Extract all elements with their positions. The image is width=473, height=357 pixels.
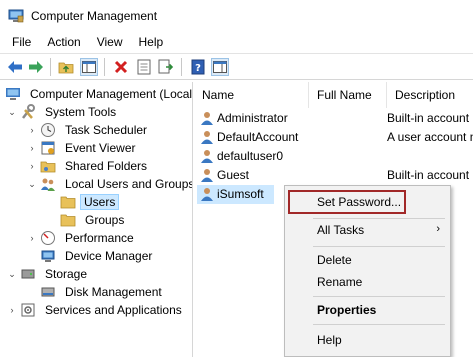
tree-item-users[interactable]: Users: [60, 193, 120, 211]
disk-icon: [41, 287, 55, 297]
menu-bar: File Action View Help: [0, 32, 473, 52]
forward-icon[interactable]: [27, 58, 45, 76]
chevron-right-icon[interactable]: ›: [27, 125, 37, 135]
svg-text:?: ?: [195, 63, 201, 74]
column-header-name[interactable]: Name: [194, 82, 309, 108]
tree-item-local-users-and-groups[interactable]: Local Users and Groups: [40, 175, 192, 193]
table-row[interactable]: defaultuser0: [194, 147, 473, 166]
menu-file[interactable]: File: [6, 32, 37, 52]
services-icon: [21, 303, 35, 317]
user-icon: [201, 169, 213, 182]
menu-action[interactable]: Action: [41, 32, 86, 52]
tree-item-computer-management[interactable]: Computer Management (Local: [5, 85, 192, 103]
table-row[interactable]: Guest Built-in account: [194, 166, 473, 185]
help-menu-item[interactable]: Help: [285, 329, 450, 351]
folder-icon: [60, 214, 76, 227]
computer-management-icon: [6, 88, 20, 100]
table-row[interactable]: DefaultAccount A user account n: [194, 128, 473, 147]
chevron-right-icon[interactable]: ›: [27, 233, 37, 243]
properties-icon[interactable]: [135, 58, 153, 76]
tree-item-services-and-applications[interactable]: Services and Applications: [20, 301, 187, 319]
delete-icon[interactable]: [112, 58, 130, 76]
device-manager-icon: [41, 250, 55, 262]
toolbar: ?: [0, 53, 473, 80]
show-hide-tree-icon[interactable]: [80, 58, 98, 76]
chevron-down-icon[interactable]: ⌄: [7, 107, 17, 117]
chevron-right-icon[interactable]: ›: [7, 305, 17, 315]
column-header-description[interactable]: Description: [387, 82, 473, 108]
title-bar: Computer Management: [0, 0, 473, 32]
menu-view[interactable]: View: [91, 32, 129, 52]
export-icon[interactable]: [157, 58, 175, 76]
tree-item-performance[interactable]: Performance: [40, 229, 139, 247]
chevron-down-icon[interactable]: ⌄: [7, 269, 17, 279]
tree-item-groups[interactable]: Groups: [60, 211, 129, 229]
table-row[interactable]: Administrator Built-in account: [194, 109, 473, 128]
chevron-right-icon[interactable]: ›: [27, 161, 37, 171]
tools-icon: [22, 104, 35, 119]
tree-item-shared-folders[interactable]: Shared Folders: [40, 157, 152, 175]
tree-item-storage[interactable]: Storage: [20, 265, 92, 283]
properties-menu-item[interactable]: Properties: [285, 299, 450, 321]
help-icon[interactable]: ?: [189, 58, 207, 76]
chevron-right-icon[interactable]: ›: [27, 143, 37, 153]
tree-item-disk-management[interactable]: Disk Management: [40, 283, 167, 301]
storage-icon: [21, 269, 35, 279]
back-icon[interactable]: [6, 58, 24, 76]
users-group-icon: [41, 178, 55, 191]
tree-item-system-tools[interactable]: System Tools: [20, 103, 121, 121]
clock-icon: [41, 123, 55, 137]
action-pane-icon[interactable]: [211, 58, 229, 76]
column-header-full-name[interactable]: Full Name: [309, 82, 387, 108]
shared-folder-icon: [40, 161, 56, 173]
event-viewer-icon: [41, 141, 55, 155]
console-tree: Computer Management (Local ⌄ System Tool…: [0, 82, 193, 357]
chevron-down-icon[interactable]: ⌄: [27, 179, 37, 189]
performance-icon: [41, 231, 55, 245]
up-folder-icon[interactable]: [57, 58, 75, 76]
context-menu: Set Password... All Tasks › Delete Renam…: [284, 185, 451, 357]
tree-item-device-manager[interactable]: Device Manager: [40, 247, 157, 265]
set-password-menu-item[interactable]: Set Password...: [285, 191, 450, 213]
menu-help[interactable]: Help: [133, 32, 170, 52]
delete-menu-item[interactable]: Delete: [285, 249, 450, 271]
user-icon: [201, 131, 213, 144]
folder-icon: [60, 196, 76, 209]
computer-management-icon: [8, 9, 24, 23]
chevron-right-icon: ›: [436, 223, 440, 235]
tree-item-task-scheduler[interactable]: Task Scheduler: [40, 121, 152, 139]
tree-item-event-viewer[interactable]: Event Viewer: [40, 139, 140, 157]
user-icon: [201, 150, 213, 163]
user-icon: [201, 188, 213, 201]
all-tasks-menu-item[interactable]: All Tasks ›: [285, 219, 450, 241]
user-icon: [201, 112, 213, 125]
window-title: Computer Management: [31, 9, 158, 23]
rename-menu-item[interactable]: Rename: [285, 271, 450, 293]
